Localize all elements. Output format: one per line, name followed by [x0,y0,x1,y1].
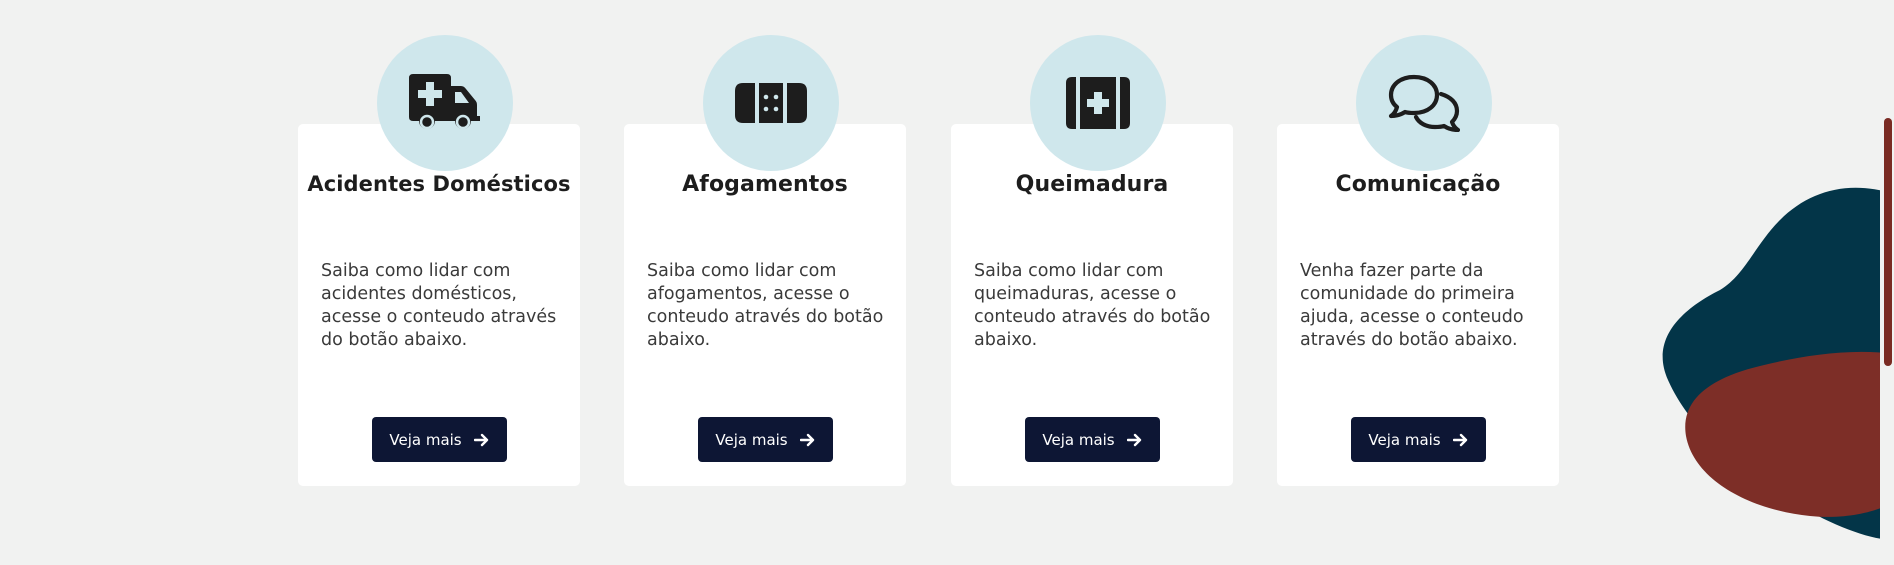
icon-circle [1030,35,1166,171]
icon-circle [703,35,839,171]
card-title: Acidentes Domésticos [307,172,571,196]
arrow-right-icon [1126,433,1141,446]
comments-icon [1388,74,1460,132]
decorative-blob [1662,187,1894,540]
scrollbar[interactable] [1880,0,1894,565]
arrow-right-icon [799,433,814,446]
arrow-right-icon [473,433,488,446]
button-label: Veja mais [1368,430,1441,449]
veja-mais-button[interactable]: Veja mais [1025,417,1160,462]
card-description: Saiba como lidar com queimaduras, acesse… [974,261,1211,350]
button-label: Veja mais [1042,430,1115,449]
bandage-icon [735,83,807,123]
veja-mais-button[interactable]: Veja mais [372,417,507,462]
veja-mais-button[interactable]: Veja mais [1351,417,1486,462]
icon-circle [377,35,513,171]
card-afogamentos: Afogamentos Saiba como lidar com afogame… [624,35,906,486]
ambulance-icon [409,74,480,130]
page: Acidentes Domésticos Saiba como lidar co… [0,0,1894,565]
icon-circle [1356,35,1492,171]
card-description: Saiba como lidar com afogamentos, acesse… [647,261,884,350]
scrollbar-thumb[interactable] [1884,118,1892,366]
card-title: Comunicação [1335,172,1501,197]
card-title: Afogamentos [682,172,848,197]
button-label: Veja mais [715,430,788,449]
card-title: Queimadura [1015,172,1169,197]
arrow-right-icon [1452,433,1467,446]
card-description: Saiba como lidar com acidentes doméstico… [321,261,557,350]
first-aid-kit-icon [1066,77,1130,129]
card-comunicacao: Comunicação Venha fazer parte da comunid… [1277,35,1559,486]
veja-mais-button[interactable]: Veja mais [698,417,833,462]
button-label: Veja mais [389,430,462,449]
card-queimadura: Queimadura Saiba como lidar com queimadu… [951,35,1233,486]
card-acidentes-domesticos: Acidentes Domésticos Saiba como lidar co… [298,35,580,486]
card-description: Venha fazer parte da comunidade do prime… [1300,261,1524,350]
